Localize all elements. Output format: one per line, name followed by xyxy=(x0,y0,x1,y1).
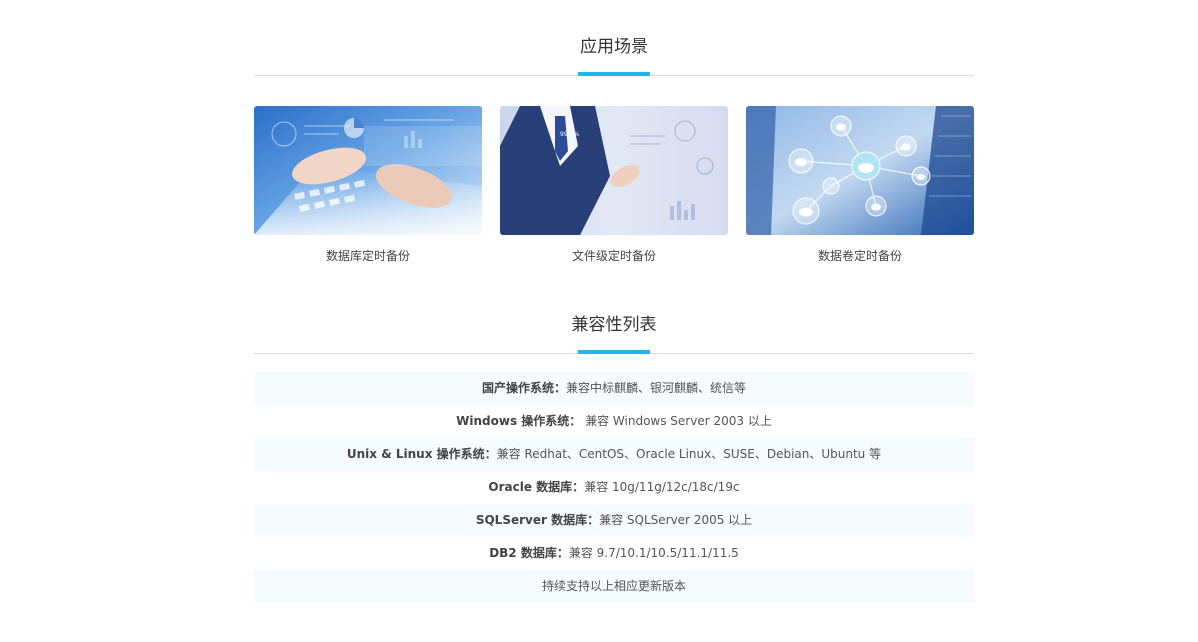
card-database-backup[interactable]: 数据库定时备份 xyxy=(254,106,482,264)
section-header-scenarios: 应用场景 xyxy=(254,0,974,76)
section-title: 应用场景 xyxy=(580,37,648,57)
list-item: SQLServer 数据库：兼容 SQLServer 2005 以上 xyxy=(254,504,974,537)
item-value: 兼容 9.7/10.1/10.5/11.1/11.5 xyxy=(568,546,739,560)
section-header-compatibility: 兼容性列表 xyxy=(254,278,974,354)
compatibility-list: 国产操作系统：兼容中标麒麟、银河麒麟、统信等 Windows 操作系统： 兼容 … xyxy=(254,372,974,603)
item-value: 兼容 10g/11g/12c/18c/19c xyxy=(584,480,740,494)
main-content: 应用场景 数据库定时备份 99.5% 文件级定时备份 数据卷定时备份 兼容性列表… xyxy=(254,0,974,603)
list-item: 国产操作系统：兼容中标麒麟、银河麒麟、统信等 xyxy=(254,372,974,405)
item-label: DB2 数据库： xyxy=(489,546,569,560)
card-volume-backup[interactable]: 数据卷定时备份 xyxy=(746,106,974,264)
item-value: 兼容 Windows Server 2003 以上 xyxy=(581,414,772,428)
section-title: 兼容性列表 xyxy=(571,315,657,335)
title-underline xyxy=(578,72,650,76)
svg-text:99.5%: 99.5% xyxy=(560,131,579,138)
item-label: Windows 操作系统： xyxy=(456,414,582,428)
item-value: 持续支持以上相应更新版本 xyxy=(541,579,686,593)
item-label: Oracle 数据库： xyxy=(488,480,585,494)
item-label: SQLServer 数据库： xyxy=(475,513,600,527)
keyboard-typing-image[interactable] xyxy=(254,106,482,235)
item-value: 兼容中标麒麟、银河麒麟、统信等 xyxy=(566,381,747,395)
item-label: 国产操作系统： xyxy=(481,381,566,395)
title-underline xyxy=(578,350,650,354)
card-caption[interactable]: 文件级定时备份 xyxy=(500,248,728,264)
list-item: Oracle 数据库：兼容 10g/11g/12c/18c/19c xyxy=(254,471,974,504)
list-item: Unix & Linux 操作系统：兼容 Redhat、CentOS、Oracl… xyxy=(254,438,974,471)
card-caption[interactable]: 数据卷定时备份 xyxy=(746,248,974,264)
business-dashboard-image[interactable]: 99.5% xyxy=(500,106,728,235)
list-item: 持续支持以上相应更新版本 xyxy=(254,570,974,603)
cloud-network-image[interactable] xyxy=(746,106,974,235)
card-caption[interactable]: 数据库定时备份 xyxy=(254,248,482,264)
item-value: 兼容 Redhat、CentOS、Oracle Linux、SUSE、Debia… xyxy=(496,447,882,461)
scenario-cards: 数据库定时备份 99.5% 文件级定时备份 数据卷定时备份 xyxy=(254,106,974,276)
card-file-backup[interactable]: 99.5% 文件级定时备份 xyxy=(500,106,728,264)
item-label: Unix & Linux 操作系统： xyxy=(346,447,497,461)
item-value: 兼容 SQLServer 2005 以上 xyxy=(599,513,753,527)
list-item: DB2 数据库：兼容 9.7/10.1/10.5/11.1/11.5 xyxy=(254,537,974,570)
list-item: Windows 操作系统： 兼容 Windows Server 2003 以上 xyxy=(254,405,974,438)
